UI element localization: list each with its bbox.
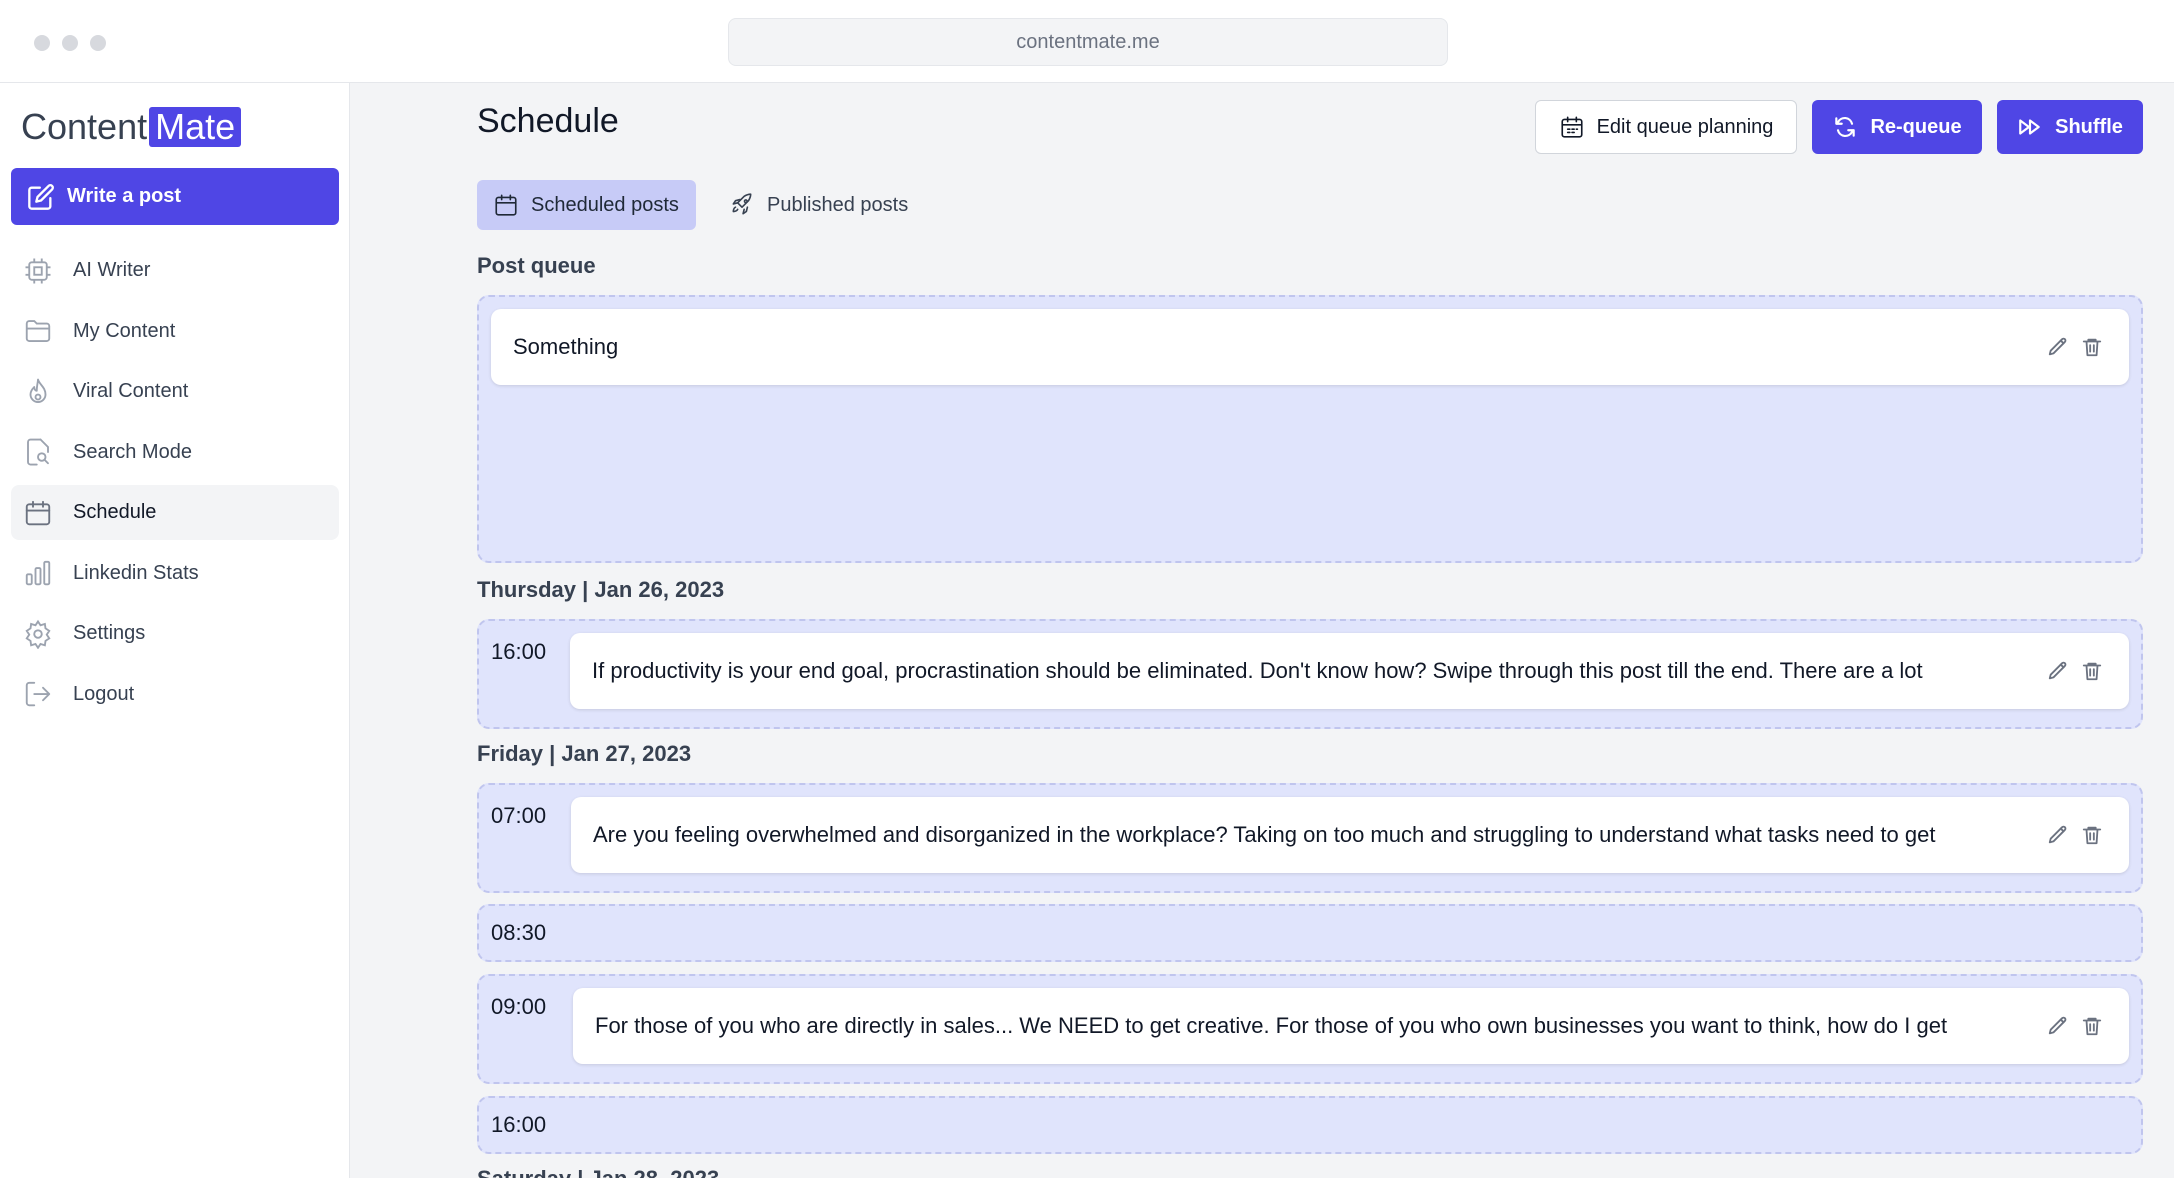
sidebar-nav: AI Writer My Content Viral Content Searc… xyxy=(11,243,339,727)
edit-queue-planning-button[interactable]: Edit queue planning xyxy=(1535,100,1797,154)
sidebar-item-my-content[interactable]: My Content xyxy=(11,304,339,359)
bar-chart-icon xyxy=(25,560,51,586)
sidebar-item-schedule[interactable]: Schedule xyxy=(11,485,339,540)
scheduled-post-card[interactable]: If productivity is your end goal, procra… xyxy=(570,633,2129,709)
sidebar-item-settings[interactable]: Settings xyxy=(11,606,339,661)
post-text: Are you feeling overwhelmed and disorgan… xyxy=(593,822,1936,847)
trash-icon[interactable] xyxy=(2081,336,2103,358)
write-post-button[interactable]: Write a post xyxy=(11,168,339,225)
write-post-label: Write a post xyxy=(67,185,182,207)
sidebar-item-label: Search Mode xyxy=(73,440,192,463)
tab-label: Scheduled posts xyxy=(531,193,679,216)
time-slot[interactable]: 07:00 Are you feeling overwhelmed and di… xyxy=(477,783,2143,893)
requeue-button[interactable]: Re-queue xyxy=(1812,100,1982,154)
post-text: If productivity is your end goal, procra… xyxy=(592,658,1923,683)
slot-time: 16:00 xyxy=(491,639,547,664)
calendar-icon xyxy=(25,500,51,525)
sidebar-item-label: Linkedin Stats xyxy=(73,561,199,584)
shuffle-button[interactable]: Shuffle xyxy=(1997,100,2143,154)
post-queue-heading: Post queue xyxy=(477,253,596,278)
slot-time: 09:00 xyxy=(491,994,547,1019)
time-slot-empty[interactable]: 16:00 xyxy=(477,1096,2143,1154)
browser-chrome: contentmate.me xyxy=(0,0,2174,83)
time-slot[interactable]: 16:00 If productivity is your end goal, … xyxy=(477,619,2143,729)
day-heading-saturday: Saturday | Jan 28, 2023 xyxy=(477,1166,719,1178)
calendar-icon xyxy=(1561,116,1583,138)
shuffle-label: Shuffle xyxy=(2055,115,2123,138)
sidebar-item-label: Logout xyxy=(73,682,135,705)
day-heading-friday: Friday | Jan 27, 2023 xyxy=(477,741,692,766)
post-actions xyxy=(2035,1015,2129,1037)
post-actions xyxy=(2035,660,2129,682)
post-text: Something xyxy=(513,334,619,359)
slot-time: 07:00 xyxy=(491,803,547,828)
time-slot[interactable]: 09:00 For those of you who are directly … xyxy=(477,974,2143,1084)
sidebar-item-ai-writer[interactable]: AI Writer xyxy=(11,243,339,298)
rocket-icon xyxy=(732,193,752,215)
window-minimize-dot[interactable] xyxy=(62,35,78,51)
sidebar-item-label: Settings xyxy=(73,622,146,644)
fire-icon xyxy=(29,378,47,403)
window-maximize-dot[interactable] xyxy=(90,35,106,51)
window-close-dot[interactable] xyxy=(34,35,50,51)
fast-forward-icon xyxy=(2019,119,2040,135)
post-actions xyxy=(2035,336,2129,358)
calendar-icon xyxy=(495,194,517,216)
edit-queue-planning-label: Edit queue planning xyxy=(1596,115,1774,138)
sidebar-item-label: Schedule xyxy=(73,501,157,523)
tab-label: Published posts xyxy=(767,193,909,216)
tab-scheduled-posts[interactable]: Scheduled posts xyxy=(477,180,696,230)
sidebar-item-label: Viral Content xyxy=(73,380,189,402)
pencil-icon[interactable] xyxy=(2047,1015,2069,1037)
slot-time: 08:30 xyxy=(491,920,547,945)
refresh-icon xyxy=(1835,116,1856,138)
day-heading-thursday: Thursday | Jan 26, 2023 xyxy=(477,577,725,602)
logo-text-mate: Mate xyxy=(149,107,242,147)
cpu-icon xyxy=(25,258,51,283)
logo-text-content: Content xyxy=(21,106,148,147)
document-search-icon xyxy=(27,438,49,466)
sidebar-item-linkedin-stats[interactable]: Linkedin Stats xyxy=(11,546,339,601)
page-title: Schedule xyxy=(477,102,619,140)
scheduled-post-card[interactable]: For those of you who are directly in sal… xyxy=(573,988,2129,1064)
pencil-square-icon xyxy=(28,183,54,210)
sidebar-item-search-mode[interactable]: Search Mode xyxy=(11,425,339,480)
sidebar: Content Mate Write a post AI Writer My C… xyxy=(0,83,350,1178)
sidebar-item-label: My Content xyxy=(73,319,176,342)
sidebar-item-viral-content[interactable]: Viral Content xyxy=(11,364,339,419)
slot-time: 16:00 xyxy=(491,1112,547,1137)
sidebar-item-label: AI Writer xyxy=(73,259,151,281)
queue-post-card[interactable]: Something xyxy=(491,309,2129,385)
post-queue-dropzone[interactable]: Something xyxy=(477,295,2143,563)
gear-icon xyxy=(25,619,51,649)
scheduled-post-card[interactable]: Are you feeling overwhelmed and disorgan… xyxy=(571,797,2129,873)
address-bar[interactable]: contentmate.me xyxy=(728,18,1448,66)
logout-icon xyxy=(25,681,51,707)
trash-icon[interactable] xyxy=(2081,660,2103,682)
logo[interactable]: Content Mate xyxy=(21,105,242,149)
post-actions xyxy=(2035,824,2129,846)
trash-icon[interactable] xyxy=(2081,824,2103,846)
trash-icon[interactable] xyxy=(2081,1015,2103,1037)
requeue-label: Re-queue xyxy=(1870,115,1962,138)
sidebar-item-logout[interactable]: Logout xyxy=(11,667,339,722)
pencil-icon[interactable] xyxy=(2047,336,2069,358)
post-text: For those of you who are directly in sal… xyxy=(595,1013,1948,1038)
tab-published-posts[interactable]: Published posts xyxy=(713,180,933,230)
folder-icon xyxy=(25,320,51,342)
pencil-icon[interactable] xyxy=(2047,660,2069,682)
time-slot-empty[interactable]: 08:30 xyxy=(477,904,2143,962)
pencil-icon[interactable] xyxy=(2047,824,2069,846)
